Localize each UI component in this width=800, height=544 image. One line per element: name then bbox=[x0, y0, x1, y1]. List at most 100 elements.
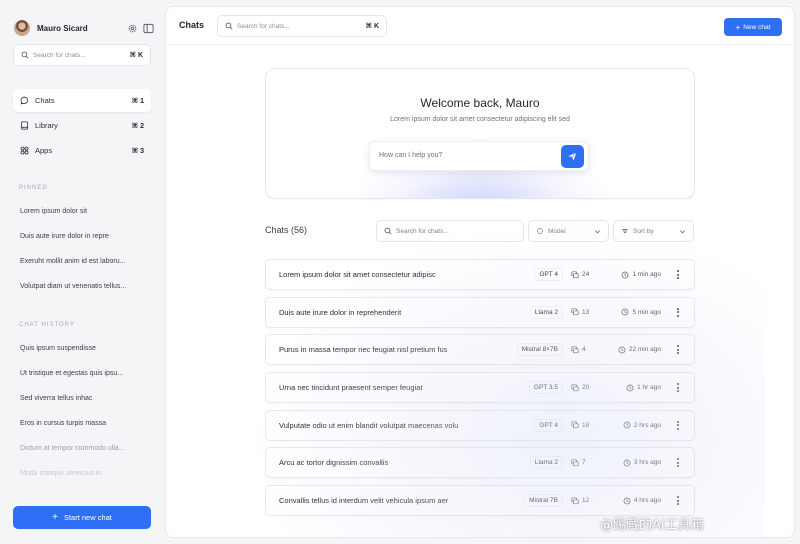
more-options-icon[interactable] bbox=[673, 496, 683, 506]
model-icon bbox=[537, 228, 543, 234]
top-search-input[interactable]: Search for chats... ⌘ K bbox=[217, 15, 387, 37]
pinned-item[interactable]: Volutpat diam ut venenatis tellus... bbox=[20, 274, 152, 299]
sidebar-search-shortcut: ⌘ K bbox=[129, 52, 144, 59]
message-count: 18 bbox=[571, 421, 599, 429]
history-item[interactable]: Morbi tristique senectus in bbox=[20, 461, 152, 486]
sidebar-item-apps[interactable]: Apps ⌘ 3 bbox=[13, 139, 151, 162]
message-count: 24 bbox=[571, 270, 599, 279]
chat-row[interactable]: Convallis tellus id interdum velit vehic… bbox=[265, 485, 695, 517]
pinned-item[interactable]: Lorem ipsum dolor sit bbox=[20, 199, 152, 224]
profile-name: Mauro Sicard bbox=[37, 23, 88, 33]
new-chat-button[interactable]: + New chat bbox=[724, 18, 782, 36]
clock-icon bbox=[623, 497, 631, 505]
chat-time: 22 min ago bbox=[603, 346, 661, 354]
history-item[interactable]: Quis ipsum suspendisse bbox=[20, 336, 152, 361]
watermark: @踢藏的AI工具箱 bbox=[600, 518, 704, 533]
sidebar-item-shortcut: ⌘ 2 bbox=[131, 122, 144, 130]
profile[interactable]: Mauro Sicard bbox=[14, 18, 154, 38]
chat-time: 1 min ago bbox=[603, 271, 661, 279]
sidebar-item-library[interactable]: Library ⌘ 2 bbox=[13, 114, 151, 137]
pinned-item[interactable]: Exeruht mollit anim id est laboru... bbox=[20, 249, 152, 274]
messages-icon bbox=[571, 270, 579, 278]
clock-icon bbox=[622, 308, 629, 316]
more-options-icon[interactable] bbox=[673, 383, 683, 393]
chat-title: Urna nec tincidunt praesent semper feugi… bbox=[279, 383, 423, 393]
model-badge: Mistral 7B bbox=[524, 494, 563, 508]
prompt-input[interactable]: How can I help you? bbox=[369, 141, 589, 171]
clock-icon bbox=[622, 271, 629, 278]
sidebar-item-chats[interactable]: Chats ⌘ 1 bbox=[13, 89, 151, 112]
model-badge: Mistral 8×7B bbox=[516, 343, 563, 357]
pinned-item[interactable]: Duis aute irure dolor in repre bbox=[20, 224, 152, 249]
more-options-icon[interactable] bbox=[673, 458, 683, 468]
settings-gear-icon[interactable] bbox=[126, 22, 138, 34]
main-panel: Chats Search for chats... ⌘ K + New chat… bbox=[165, 6, 795, 538]
message-count: 4 bbox=[571, 346, 599, 354]
new-chat-label: New chat bbox=[743, 23, 771, 31]
message-count: 12 bbox=[571, 497, 599, 505]
prompt-placeholder: How can I help you? bbox=[379, 152, 443, 159]
sidebar: Mauro Sicard Search for chats... ⌘ K Cha… bbox=[0, 0, 165, 544]
clock-icon bbox=[626, 384, 634, 391]
chat-row[interactable]: Arcu ac tortor dignissim convallis Llama… bbox=[265, 447, 695, 479]
model-badge: Llama 2 bbox=[529, 456, 563, 470]
send-button[interactable] bbox=[561, 145, 584, 168]
clock-icon bbox=[618, 346, 626, 354]
messages-icon bbox=[571, 384, 579, 391]
chat-title: Arcu ac tortor dignissim convallis bbox=[279, 458, 389, 468]
model-filter-label: Model bbox=[548, 227, 566, 235]
history-list: Quis ipsum suspendisse Ut tristique et e… bbox=[20, 336, 152, 486]
search-icon bbox=[384, 227, 392, 235]
more-options-icon[interactable] bbox=[673, 270, 683, 279]
book-icon bbox=[20, 121, 29, 130]
chat-row[interactable]: Vulputate odio ut enim blandit volutpat … bbox=[265, 409, 695, 441]
pinned-section-label: PINNED bbox=[19, 185, 48, 191]
model-badge: GPT 3.5 bbox=[528, 381, 563, 395]
top-search-shortcut: ⌘ K bbox=[365, 23, 380, 30]
chat-time: 3 hrs ago bbox=[603, 459, 661, 467]
chat-list: Lorem ipsum dolor sit amet consectetur a… bbox=[265, 259, 695, 523]
chat-title: Vulputate odio ut enim blandit volutpat … bbox=[279, 420, 459, 430]
welcome-title: Welcome back, Mauro bbox=[420, 96, 540, 110]
sidebar-item-label: Apps bbox=[35, 146, 53, 155]
apps-grid-icon bbox=[20, 146, 29, 155]
chat-row[interactable]: Lorem ipsum dolor sit amet consectetur a… bbox=[265, 259, 695, 290]
chat-title: Convallis tellus id interdum velit vehic… bbox=[279, 496, 449, 506]
chat-time: 4 hrs ago bbox=[603, 497, 661, 505]
more-options-icon[interactable] bbox=[673, 307, 683, 317]
start-new-chat-button[interactable]: + Start new chat bbox=[13, 506, 151, 529]
chat-row[interactable]: Purus in massa tempor nec feugiat nisl p… bbox=[265, 334, 695, 366]
message-count: 13 bbox=[571, 308, 599, 316]
sidebar-search-input[interactable]: Search for chats... ⌘ K bbox=[13, 44, 151, 66]
history-item[interactable]: Eros in cursus turpis massa bbox=[20, 411, 152, 436]
sidebar-item-label: Chats bbox=[35, 96, 55, 105]
chat-title: Purus in massa tempor nec feugiat nisl p… bbox=[279, 345, 448, 355]
chat-row[interactable]: Urna nec tincidunt praesent semper feugi… bbox=[265, 372, 695, 404]
sidebar-toggle-icon[interactable] bbox=[142, 22, 154, 34]
model-filter-select[interactable]: Model bbox=[528, 220, 609, 242]
messages-icon bbox=[571, 346, 579, 354]
history-section-label: CHAT HISTORY bbox=[19, 322, 75, 328]
chat-title: Duis aute irure dolor in reprehenderit bbox=[279, 307, 402, 317]
message-count: 7 bbox=[571, 459, 599, 467]
sidebar-nav: Chats ⌘ 1 Library ⌘ 2 Apps ⌘ 3 bbox=[13, 89, 151, 164]
more-options-icon[interactable] bbox=[673, 345, 683, 355]
avatar bbox=[14, 20, 30, 36]
top-search-placeholder: Search for chats... bbox=[237, 22, 290, 30]
search-icon bbox=[225, 22, 233, 30]
pinned-list: Lorem ipsum dolor sit Duis aute irure do… bbox=[20, 199, 152, 299]
history-item[interactable]: Dictum at tempor commodo ulla... bbox=[20, 436, 152, 461]
chat-time: 1 hr ago bbox=[603, 384, 661, 392]
chat-row[interactable]: Duis aute irure dolor in reprehenderit L… bbox=[265, 296, 695, 328]
history-item[interactable]: Sed viverra tellus inhac bbox=[20, 386, 152, 411]
history-item[interactable]: Ut tristique et egestas quis ipsu... bbox=[20, 361, 152, 386]
sidebar-search-placeholder: Search for chats... bbox=[33, 51, 86, 59]
chats-heading: Chats (56) bbox=[265, 225, 308, 235]
sort-filter-select[interactable]: Sort by bbox=[613, 220, 694, 242]
welcome-subtitle: Lorem ipsum dolor sit amet consectetur a… bbox=[390, 116, 570, 123]
more-options-icon[interactable] bbox=[673, 420, 683, 430]
chats-search-input[interactable]: Search for chats... bbox=[376, 220, 524, 242]
sidebar-item-shortcut: ⌘ 1 bbox=[131, 97, 144, 105]
page-title: Chats bbox=[179, 20, 205, 30]
start-new-chat-label: Start new chat bbox=[63, 513, 112, 522]
